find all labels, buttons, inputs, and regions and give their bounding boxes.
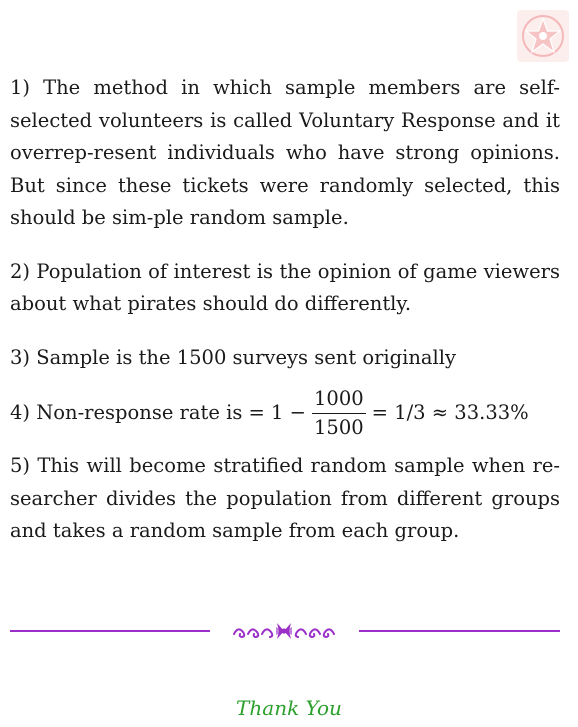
star-logo-icon [522, 15, 564, 57]
answer-5: 5) This will become stratified random sa… [10, 454, 560, 542]
answer-2: 2) Population of interest is the opinion… [10, 259, 560, 316]
divider-rule-right [359, 630, 560, 632]
answer-4-suffix: = 1/3 ≈ 33.33% [371, 400, 529, 424]
divider-rule-left [10, 630, 210, 632]
brand-logo [517, 10, 569, 62]
fraction: 1000 1500 [312, 387, 366, 440]
fraction-denominator: 1500 [314, 415, 364, 439]
answer-1: 1) The method in which sample members ar… [10, 76, 560, 229]
section-divider [10, 621, 560, 641]
answer-3: 3) Sample is the 1500 surveys sent origi… [10, 345, 457, 369]
thank-you-text: Thank You [236, 696, 342, 720]
answer-4: 4) Non-response rate is = 1 − 1000 1500 … [10, 384, 560, 442]
fraction-numerator: 1000 [312, 387, 366, 414]
answer-4-prefix: 4) Non-response rate is = 1 − [10, 400, 307, 424]
floral-ornament-icon [233, 623, 335, 639]
answer-list: 1) The method in which sample members ar… [10, 72, 560, 569]
